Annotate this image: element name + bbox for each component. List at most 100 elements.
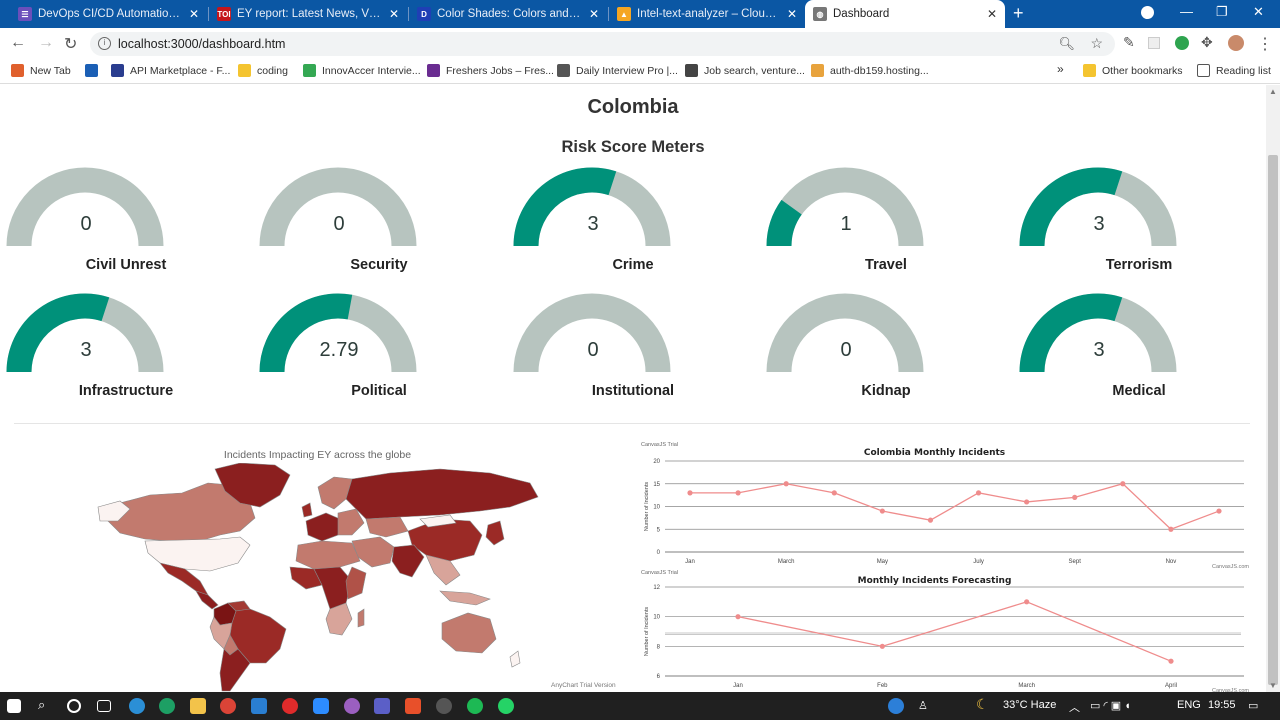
tab-search-icon[interactable] <box>1141 6 1154 19</box>
bookmark-freshers-jobs[interactable]: Freshers Jobs – Fres... <box>427 64 554 77</box>
task-view-icon[interactable] <box>97 700 111 712</box>
vscode-icon[interactable] <box>251 698 267 714</box>
forward-icon[interactable]: → <box>38 34 54 52</box>
other-bookmarks[interactable]: Other bookmarks <box>1083 64 1183 77</box>
bookmark-icon <box>811 64 824 77</box>
chart-title: Monthly Incidents Forecasting <box>858 576 1012 586</box>
tray-chevron-icon[interactable]: ︿ <box>1069 699 1080 715</box>
scroll-up-icon[interactable]: ▲ <box>1269 87 1277 96</box>
x-tick-label: April <box>1165 683 1177 689</box>
x-tick-label: Jan <box>733 683 743 689</box>
bookmarks-bar: New Tab API Marketplace - F... coding In… <box>0 59 1280 84</box>
tray-icons[interactable]: ▭ ◜ ▣ ◖ <box>1090 699 1131 712</box>
tab-ey-report[interactable]: TOI EY report: Latest News, Videos an ✕ <box>209 0 407 28</box>
data-point <box>1024 599 1030 605</box>
globe-icon: ◍ <box>813 7 827 21</box>
y-tick-label: 8 <box>657 644 661 650</box>
firebase-icon: ▲ <box>617 7 631 21</box>
url-text[interactable]: localhost:3000/dashboard.htm <box>118 37 285 51</box>
bookmark-innovaccer[interactable]: InnovAccer Intervie... <box>303 64 421 77</box>
weather-icon: ☾ <box>976 696 989 712</box>
reading-list-icon <box>1197 64 1210 77</box>
reload-icon[interactable]: ↻ <box>64 34 77 54</box>
bookmark-icon <box>11 64 24 77</box>
series-line <box>737 601 1172 662</box>
scrollbar-thumb[interactable] <box>1268 155 1278 685</box>
bookmark-auth-db[interactable]: auth-db159.hosting... <box>811 64 929 77</box>
menu-kebab-icon[interactable]: ⋮ <box>1257 34 1273 54</box>
bookmark-job-search[interactable]: Job search, venture... <box>685 64 805 77</box>
scroll-down-icon[interactable]: ▼ <box>1269 681 1277 690</box>
extension-square-icon[interactable] <box>1148 37 1160 49</box>
tab-dashboard[interactable]: ◍ Dashboard ✕ <box>805 0 1005 28</box>
cortana-icon[interactable] <box>67 699 81 713</box>
bookmark-icon <box>85 64 98 77</box>
opera-icon[interactable] <box>282 698 298 714</box>
data-point <box>1168 658 1174 664</box>
close-window-button[interactable]: ✕ <box>1253 4 1264 20</box>
bookmark-daily-interview[interactable]: Daily Interview Pro |... <box>557 64 678 77</box>
reading-list[interactable]: Reading list <box>1197 64 1271 77</box>
close-icon[interactable]: ✕ <box>389 7 399 21</box>
y-tick-label: 12 <box>653 585 660 591</box>
tab-color-shades[interactable]: D Color Shades: Colors and Lighter ✕ <box>409 0 607 28</box>
y-axis-label: Number of Incidents <box>644 607 650 656</box>
address-bar-row: ← → ↻ i localhost:3000/dashboard.htm 🔍︎ … <box>0 28 1280 59</box>
green-extension-icon[interactable] <box>1175 36 1189 50</box>
page-scrollbar[interactable]: ▲ ▼ <box>1266 85 1280 692</box>
bookmark-icon <box>111 64 124 77</box>
bookmarks-overflow-button[interactable]: » <box>1057 62 1064 76</box>
omnibox[interactable]: i localhost:3000/dashboard.htm 🔍︎ ☆ <box>90 32 1115 56</box>
x-tick-label: Feb <box>877 683 888 689</box>
data-point <box>879 643 885 649</box>
close-icon[interactable]: ✕ <box>987 7 997 21</box>
obs-icon[interactable] <box>344 698 360 714</box>
toi-icon: TOI <box>217 7 231 21</box>
bookmark-icon <box>557 64 570 77</box>
file-explorer-icon[interactable] <box>190 698 206 714</box>
new-tab-button[interactable]: + <box>1013 3 1024 24</box>
maximize-button[interactable]: ❐ <box>1216 4 1228 20</box>
chrome-icon[interactable] <box>220 698 236 714</box>
search-icon[interactable]: ⌕ <box>38 697 45 713</box>
edge-icon[interactable] <box>129 698 145 714</box>
pen-extension-icon[interactable]: ✎ <box>1123 34 1135 51</box>
bookmark-icon <box>427 64 440 77</box>
color-icon: D <box>417 7 431 21</box>
tab-devops[interactable]: ☰ DevOps CI/CD Automation - Jenk ✕ <box>10 0 207 28</box>
weather-text[interactable]: 33°C Haze <box>1003 699 1056 711</box>
clock[interactable]: 19:55 <box>1208 699 1236 711</box>
bookmark-new-tab[interactable]: New Tab <box>11 64 71 77</box>
tab-firestore[interactable]: ▲ Intel-text-analyzer – Cloud Firest ✕ <box>609 0 805 28</box>
zoom-icon[interactable]: 🔍︎ <box>1058 36 1075 52</box>
github-icon[interactable] <box>436 698 452 714</box>
minimize-button[interactable]: — <box>1180 4 1193 19</box>
whatsapp-icon[interactable] <box>498 698 514 714</box>
y-tick-label: 10 <box>653 615 660 621</box>
chart-trial-note: CanvasJS Trial <box>641 570 678 576</box>
bookmark-s[interactable] <box>85 64 104 77</box>
close-icon[interactable]: ✕ <box>787 7 797 21</box>
back-icon[interactable]: ← <box>10 34 26 52</box>
bookmark-coding[interactable]: coding <box>238 64 288 77</box>
edge-beta-icon[interactable] <box>159 698 175 714</box>
zoom-app-icon[interactable] <box>313 698 329 714</box>
people-icon[interactable]: ♙ <box>918 699 928 712</box>
close-icon[interactable]: ✕ <box>189 7 199 21</box>
info-icon[interactable]: i <box>98 37 111 50</box>
windows-taskbar: ⌕ ♙ ☾ 33°C Haze ︿ ▭ ◜ ▣ ◖ ENG 19:55 ▭ <box>0 692 1280 720</box>
close-icon[interactable]: ✕ <box>589 7 599 21</box>
notification-icon[interactable]: ▭ <box>1248 699 1258 712</box>
profile-avatar[interactable] <box>1228 35 1244 51</box>
spotify-icon[interactable] <box>467 698 483 714</box>
bookmark-star-icon[interactable]: ☆ <box>1090 35 1103 52</box>
help-icon[interactable] <box>888 698 904 714</box>
bookmark-icon <box>303 64 316 77</box>
language-indicator[interactable]: ENG <box>1177 699 1201 711</box>
teams-icon[interactable] <box>374 698 390 714</box>
windows-start-icon[interactable] <box>7 699 21 713</box>
bookmark-api-marketplace[interactable]: API Marketplace - F... <box>111 64 230 77</box>
office-icon[interactable] <box>405 698 421 714</box>
extensions-puzzle-icon[interactable]: ✥ <box>1201 34 1213 51</box>
folder-icon <box>238 64 251 77</box>
